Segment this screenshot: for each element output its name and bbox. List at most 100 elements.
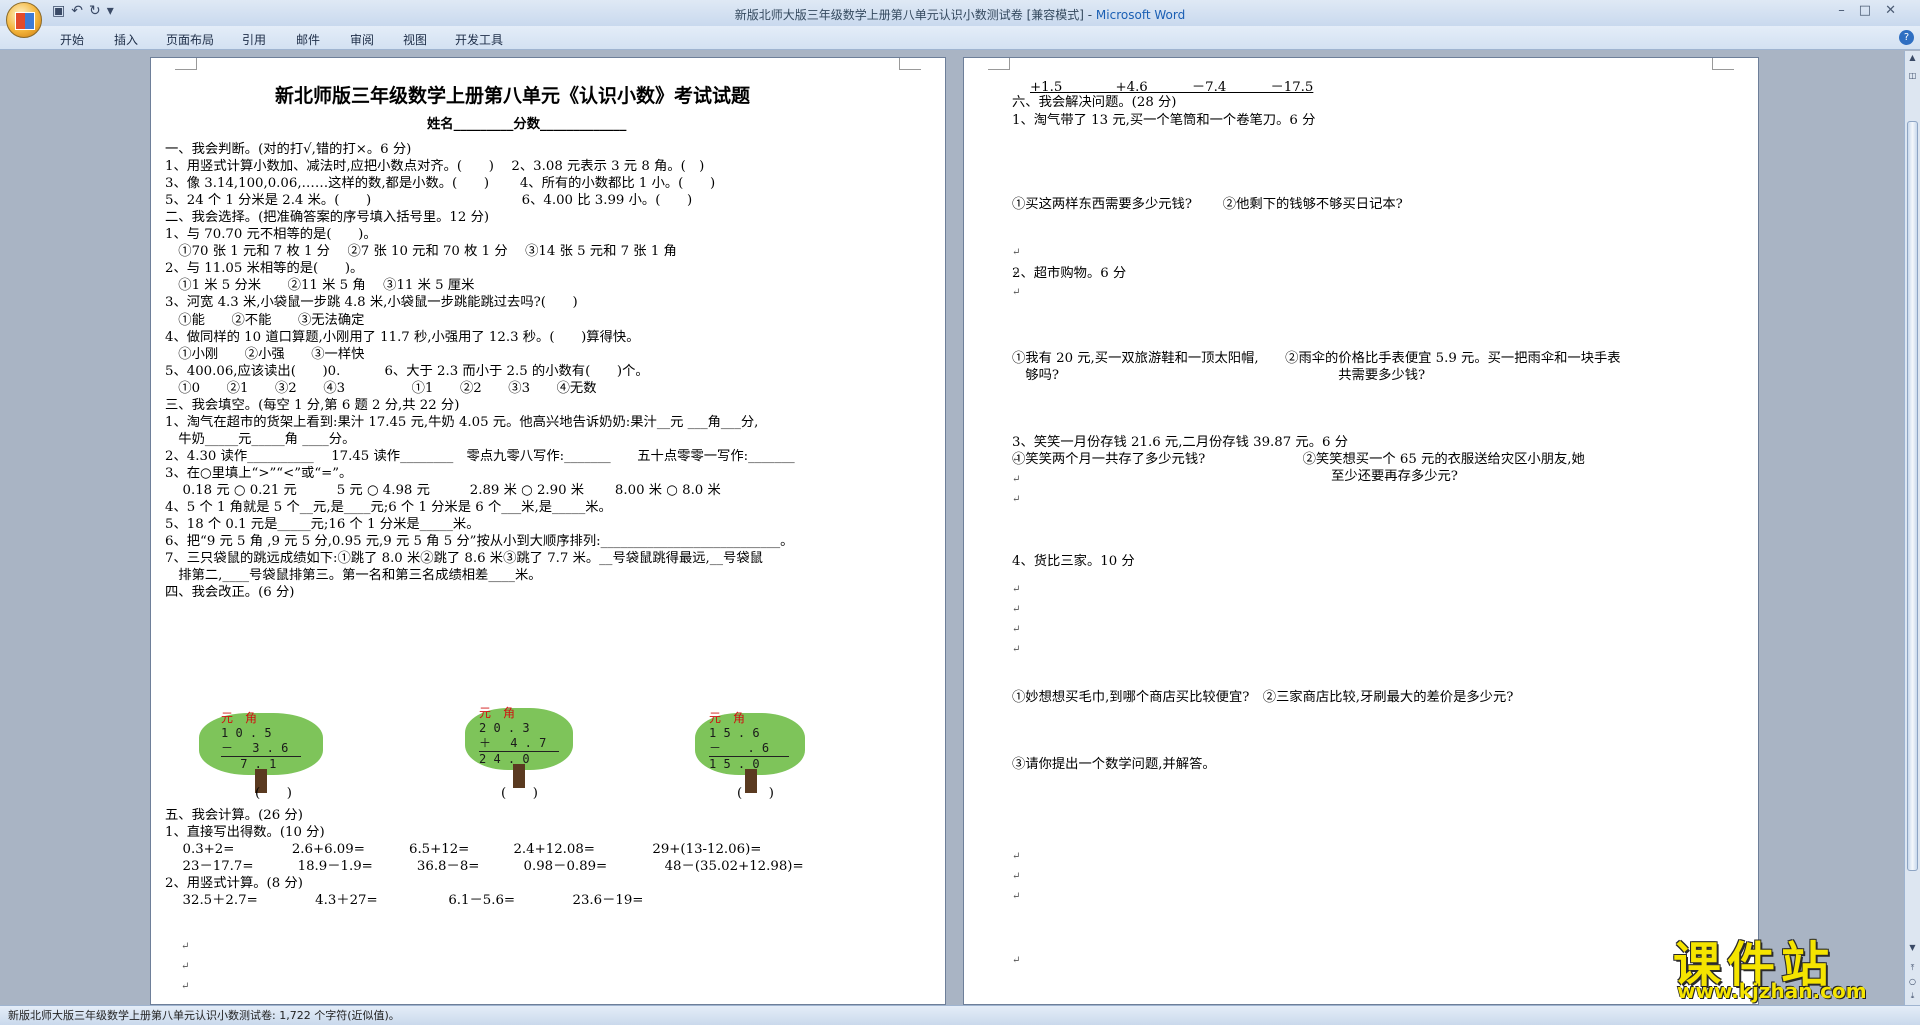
title-bar: ▣↶↻▾ 新版北师大版三年级数学上册第八单元认识小数测试卷 [兼容模式] - M… [0,0,1920,38]
text-line: 6、把“9 元 5 角 ,9 元 5 分,0.95 元,9 元 5 角 5 分”… [165,534,794,550]
tree-calc-3: 元 角 1 5 . 6 － . 6 1 5 . 0 [695,703,805,795]
vertical-calc: 元 角 2 0 . 3 ＋ 4 . 7 2 4 . 0 [479,706,559,767]
next-page-icon[interactable]: ⤓ [1907,991,1918,1003]
window-controls[interactable]: –□✕ [1838,3,1910,18]
scroll-thumb[interactable] [1907,121,1918,871]
paragraph-mark: ↵ [181,981,190,992]
text-line: 7、三只袋鼠的跳远成绩如下:①跳了 8.0 米②跳了 8.6 米③跳了 7.7 … [165,551,763,567]
calc-header: 元 角 [221,711,258,725]
text-line: 至少还要再存多少元? [1012,469,1458,484]
calc-row: 1 0 . 5 [221,726,272,740]
text-line: ①妙想想买毛巾,到哪个商店买比较便宜? ②三家商店比较,牙刷最大的差价是多少元? [1012,690,1514,705]
answer-paren: ( ) [501,786,538,801]
text-line: ①1 米 5 分米 ②11 米 5 角 ③11 米 5 厘米 [165,278,475,294]
calc-result: 2 4 . 0 [479,751,559,767]
tab-insert[interactable]: 插入 [114,31,138,48]
paragraph-mark: ↵ [1012,871,1021,882]
minimize-icon[interactable]: – [1838,3,1859,18]
text-line: ①买这两样东西需要多少元钱? ②他剩下的钱够不够买日记本? [1012,197,1403,212]
paragraph-mark: ↵ [1012,891,1021,902]
ruler-toggle-icon[interactable]: ◫ [1907,71,1918,83]
text-line: 牛奶_____元_____角 ____分。 [165,431,356,447]
text-line: ①我有 20 元,买一双旅游鞋和一顶太阳帽, ②雨伞的价格比手表便宜 5.9 元… [1012,351,1621,366]
text-line: 2、用竖式计算。(8 分) [165,876,303,892]
text-line: ①能 ②不能 ③无法确定 [165,312,365,328]
text-line: 二、我会选择。(把准确答案的序号填入括号里。12 分) [165,210,490,226]
text-line: 2、超市购物。6 分 [1012,266,1127,281]
tab-developer[interactable]: 开发工具 [455,31,503,48]
status-text: 新版北师大版三年级数学上册第八单元认识小数测试卷: 1,722 个字符(近似值)… [8,1009,400,1022]
text-line: 5、18 个 0.1 元是_____元;16 个 1 分米是_____米。 [165,517,480,533]
text-line: 0.18 元 ○ 0.21 元 5 元 ○ 4.98 元 2.89 米 ○ 2.… [165,483,721,498]
text-line: 4、5 个 1 角就是 5 个__元,是____元;6 个 1 分米是 6 个_… [165,500,612,516]
paragraph-mark: ↵ [1012,494,1021,505]
text-line: 3、笑笑一月份存钱 21.6 元,二月份存钱 39.87 元。6 分 [1012,435,1348,450]
text-line: 23－17.7= 18.9－1.9= 36.8－8= 0.98－0.89= 48… [165,859,804,875]
calc-header: 元 角 [479,706,516,720]
calc-result: 1 5 . 0 [709,756,789,772]
text-line: 3、在○里填上“>”“<”或“=”。 [165,465,353,481]
paragraph-mark: ↵ [181,961,190,972]
vertical-calc: 元 角 1 0 . 5 － 3 . 6 7 . 1 [221,711,301,772]
text-line: 1、淘气在超市的货架上看到:果汁 17.45 元,牛奶 4.05 元。他高兴地告… [165,414,759,430]
answer-paren: ( ) [737,786,774,801]
text-line: 够吗? 共需要多少钱? [1012,368,1426,383]
tab-mailings[interactable]: 邮件 [296,31,320,48]
text-line: 5、24 个 1 分米是 2.4 米。( ) 6、4.00 比 3.99 小。(… [165,193,693,209]
calc-row: ＋ 4 . 7 [479,736,547,750]
text-line: 2、4.30 读作__________ 17.45 读作________ 零点九… [165,448,795,464]
paragraph-mark: ↵ [1012,287,1021,298]
text-line: 1、直接写出得数。(10 分) [165,825,325,841]
crop-mark [988,58,1010,70]
browse-object-icon[interactable]: ○ [1907,977,1918,989]
text-line: 六、我会解决问题。(28 分) [1012,95,1177,110]
ribbon-tabs: 开始 插入 页面布局 引用 邮件 审阅 视图 开发工具 ? [0,26,1920,50]
vertical-scrollbar[interactable]: ▲ ◫ ▼ ⤒ ○ ⤓ [1904,51,1920,1005]
vertical-calc: 元 角 1 5 . 6 － . 6 1 5 . 0 [709,711,789,772]
scroll-up-icon[interactable]: ▲ [1907,53,1918,65]
scroll-down-icon[interactable]: ▼ [1907,943,1918,955]
document-page-2[interactable]: +1.5 +4.6 －7.4 －17.5 六、我会解决问题。(28 分) 1、淘气… [963,57,1759,1005]
crop-mark [1712,58,1734,70]
maximize-icon[interactable]: □ [1859,3,1885,18]
tab-page-layout[interactable]: 页面布局 [166,31,214,48]
name-score-line: 姓名_________分数_____________ [427,117,627,132]
help-icon[interactable]: ? [1899,30,1914,45]
paragraph-mark: ↵ [1012,474,1021,485]
paragraph-mark: ↵ [1012,624,1021,635]
office-logo-icon [15,12,35,30]
paragraph-mark: ↵ [181,941,190,952]
calc-result: 7 . 1 [221,756,301,772]
paragraph-mark: ↵ [1012,267,1021,278]
paragraph-mark: ↵ [1012,955,1021,966]
page-title: 新北师版三年级数学上册第八单元《认识小数》考试试题 [275,85,751,107]
document-page-1[interactable]: 新北师版三年级数学上册第八单元《认识小数》考试试题 姓名_________分数_… [150,57,946,1005]
calc-row: － 3 . 6 [221,741,289,755]
tab-references[interactable]: 引用 [242,31,266,48]
tab-view[interactable]: 视图 [403,31,427,48]
text-line: 四、我会改正。(6 分) [165,585,295,601]
tree-calc-1: 元 角 1 0 . 5 － 3 . 6 7 . 1 [199,703,323,795]
calc-row: － . 6 [709,741,770,755]
close-icon[interactable]: ✕ [1885,3,1910,18]
text-line: ①0 ②1 ③2 ④3 ①1 ②2 ③3 ④无数 [165,380,597,396]
answer-paren: ( ) [255,786,292,801]
text-line: ①笑笑两个月一共存了多少元钱? ②笑笑想买一个 65 元的衣服送给灾区小朋友,她 [1012,452,1585,467]
text-line: 2、与 11.05 米相等的是( )。 [165,261,364,277]
text-line: 1、用竖式计算小数加、减法时,应把小数点对齐。( ) 2、3.08 元表示 3 … [165,159,705,175]
text-line: 0.3+2= 2.6+6.09= 6.5+12= 2.4+12.08= 29+(… [165,842,762,858]
tab-home[interactable]: 开始 [60,31,84,48]
crop-mark [899,58,921,70]
tab-review[interactable]: 审阅 [350,31,374,48]
text-line: ①70 张 1 元和 7 枚 1 分 ②7 张 10 元和 70 枚 1 分 ③… [165,244,677,260]
site-watermark: 课件站 www.kjzhan.com [1665,925,1905,1005]
text-line: 1、与 70.70 元不相等的是( )。 [165,227,377,243]
text-line: 3、河宽 4.3 米,小袋鼠一步跳 4.8 米,小袋鼠一步跳能跳过去吗?( ) [165,295,578,311]
paragraph-mark: ↵ [1012,454,1021,465]
calc-row: 2 0 . 3 [479,721,530,735]
text-line: 五、我会计算。(26 分) [165,808,303,823]
office-button[interactable] [6,2,42,38]
document-name: 新版北师大版三年级数学上册第八单元认识小数测试卷 [兼容模式] - [734,8,1096,22]
paragraph-mark: ↵ [1012,644,1021,655]
previous-page-icon[interactable]: ⤒ [1907,963,1918,975]
